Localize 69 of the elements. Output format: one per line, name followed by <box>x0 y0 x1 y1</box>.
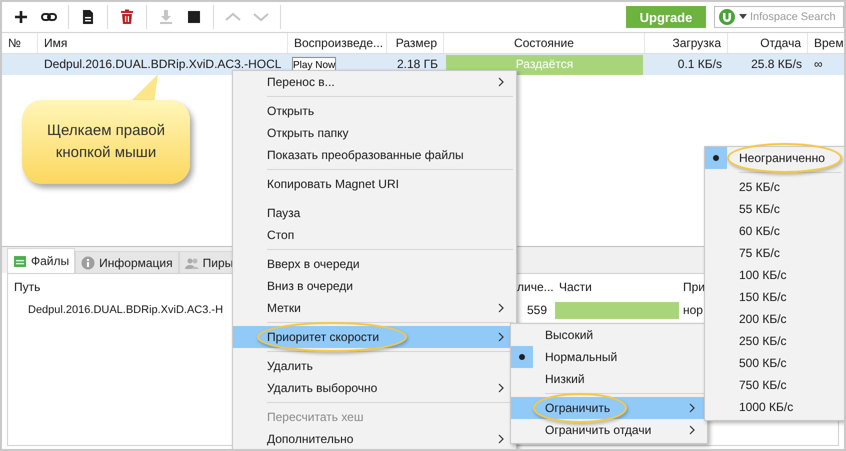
menu-item[interactable]: Открыть папку <box>233 122 513 144</box>
column-header[interactable]: Загрузка <box>645 33 728 53</box>
menu-item[interactable]: 250 КБ/с <box>705 330 841 352</box>
download-icon <box>158 9 174 25</box>
menu-item[interactable]: 150 КБ/с <box>705 286 841 308</box>
chevron-right-icon <box>497 332 505 342</box>
search-field[interactable]: Infospace Search <box>714 6 844 28</box>
column-header[interactable]: Врем <box>808 33 844 53</box>
menu-item[interactable]: 750 КБ/с <box>705 374 841 396</box>
column-header[interactable]: Размер <box>387 33 444 53</box>
menu-item[interactable]: 500 КБ/с <box>705 352 841 374</box>
table-cell-text: Dedpul.2016.DUAL.BDRip.XviD.AC3.-H <box>27 304 224 316</box>
column-header[interactable]: Части <box>553 280 681 294</box>
menu-item[interactable]: Ограничить отдачи <box>511 419 704 441</box>
menu-item[interactable]: 100 КБ/с <box>705 264 841 286</box>
menu-item[interactable]: Неограниченно <box>705 147 841 169</box>
menu-item[interactable]: 25 КБ/с <box>705 176 841 198</box>
trash-icon <box>119 9 135 25</box>
column-header[interactable]: Отдача <box>728 33 808 53</box>
people-icon <box>184 256 199 270</box>
column-header[interactable]: Воспроизведе... <box>288 33 387 53</box>
chevron-right-icon <box>497 383 505 393</box>
list-icon <box>13 254 27 268</box>
menu-item[interactable]: Показать преобразованные файлы <box>233 144 513 166</box>
menu-item[interactable]: Дополнительно <box>233 428 513 449</box>
menu-item[interactable]: 75 КБ/с <box>705 242 841 264</box>
menu-item[interactable]: Копировать Magnet URI <box>233 173 513 195</box>
column-header[interactable]: Состояние <box>444 33 645 53</box>
document-icon <box>80 9 96 25</box>
menu-item[interactable]: Пауза <box>233 202 513 224</box>
tab[interactable]: Информация <box>75 251 179 273</box>
plus-icon <box>13 9 29 25</box>
menu-item[interactable]: Нормальный <box>511 346 704 368</box>
chevron-right-icon <box>497 77 505 87</box>
table-cell-text: 25.8 КБ/s <box>750 56 803 73</box>
menu-item[interactable]: Стоп <box>233 224 513 246</box>
table-row[interactable]: Dedpul.2016.DUAL.BDRip.XviD.AC3.-HOCL Play Now 2.18 ГБ Раздаётся 0.1 КБ/s 25.8 КБ/s ∞ <box>2 54 844 75</box>
table-cell-text: ∞ <box>813 56 824 73</box>
tab[interactable]: Файлы <box>7 248 76 273</box>
menu-item[interactable]: Низкий <box>511 368 704 390</box>
stop-icon <box>186 9 202 25</box>
chevron-right-icon <box>688 403 696 413</box>
logo-icon <box>718 8 736 26</box>
column-header[interactable]: № <box>2 33 38 53</box>
menu-item[interactable]: Удалить выборочно <box>233 377 513 399</box>
chevron-right-icon <box>497 434 505 444</box>
menu-item[interactable]: Удалить <box>233 355 513 377</box>
column-header[interactable]: Путь <box>8 280 226 294</box>
menu-item[interactable]: 200 КБ/с <box>705 308 841 330</box>
table-cell-text: Dedpul.2016.DUAL.BDRip.XviD.AC3.-HOCL <box>43 56 282 73</box>
table-cell-text: нор <box>682 303 704 317</box>
table-cell-text: 2.18 ГБ <box>396 56 439 73</box>
menu-item[interactable]: Высокий <box>511 324 704 346</box>
menu-item[interactable]: Открыть <box>233 100 513 122</box>
column-header[interactable]: Имя <box>38 33 288 53</box>
menu-item[interactable]: Метки <box>233 297 513 319</box>
info-icon <box>81 256 96 270</box>
chevron-right-icon <box>497 303 505 313</box>
chevron-right-icon <box>688 425 696 435</box>
search-input[interactable]: Infospace Search <box>750 11 842 23</box>
table-cell-text: 559 <box>526 303 548 317</box>
menu-item[interactable]: 55 КБ/с <box>705 198 841 220</box>
menu-item[interactable]: Вниз в очереди <box>233 275 513 297</box>
callout-bubble: Щелкаем правой кнопкой мыши <box>22 100 190 184</box>
table-cell-text: 0.1 КБ/s <box>676 56 723 73</box>
menu-item[interactable]: 60 КБ/с <box>705 220 841 242</box>
menu-item[interactable]: 1000 КБ/с <box>705 396 841 418</box>
status-text: Раздаётся <box>514 56 574 73</box>
caret-icon <box>739 14 747 20</box>
